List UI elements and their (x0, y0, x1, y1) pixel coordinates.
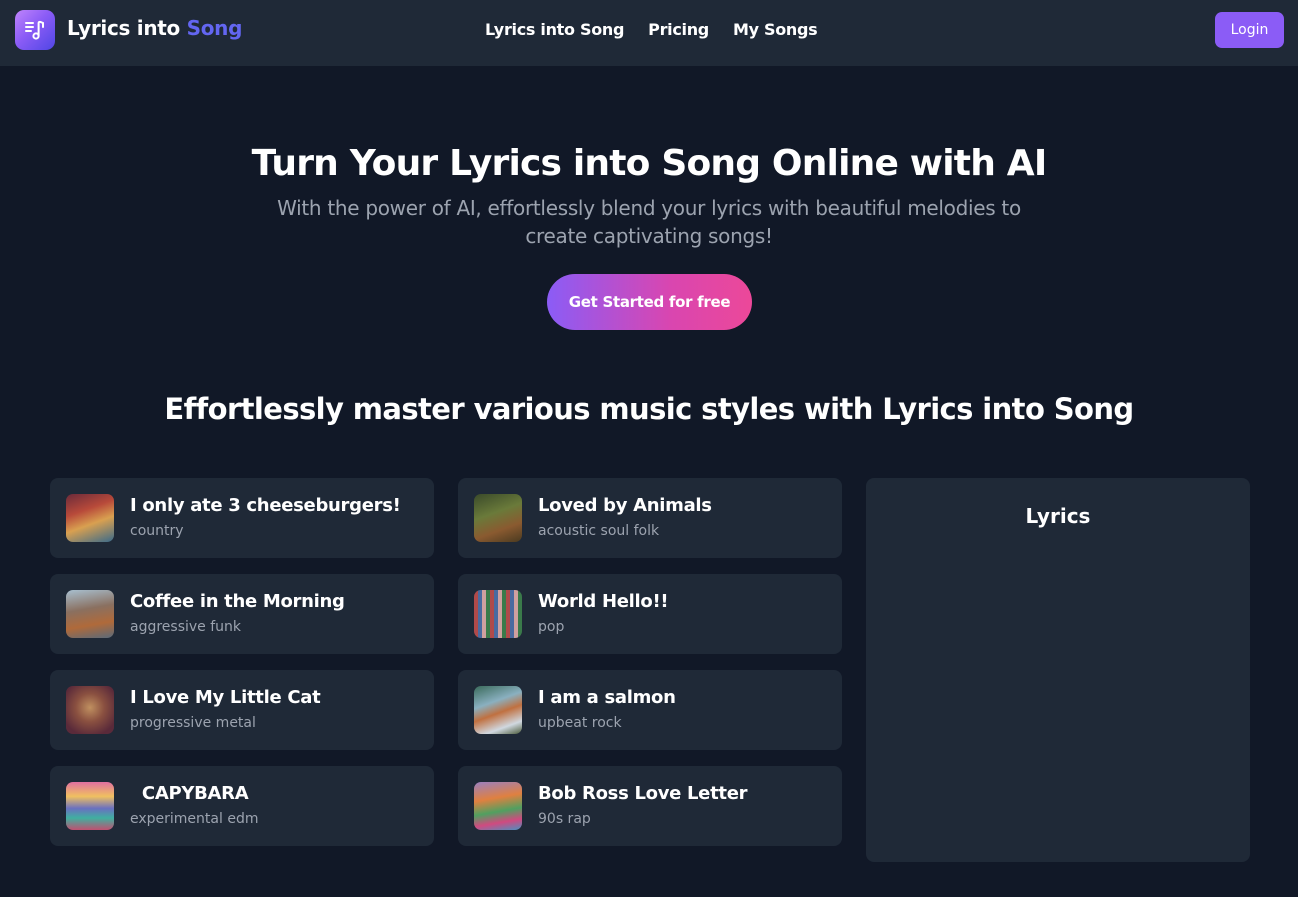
song-style: progressive metal (130, 715, 256, 731)
song-title: Coffee in the Morning (130, 591, 345, 612)
hero-subtitle: With the power of AI, effortlessly blend… (277, 196, 1021, 248)
brand-accent: Song (186, 16, 243, 40)
song-style: aggressive funk (130, 619, 242, 635)
song-card[interactable]: Coffee in the Morning aggressive funk (50, 574, 434, 654)
logo[interactable] (15, 10, 55, 50)
song-title: Bob Ross Love Letter (538, 783, 748, 804)
song-style: pop (538, 619, 565, 635)
song-thumbnail (66, 686, 114, 734)
nav-lyrics-into-song[interactable]: Lyrics into Song (485, 20, 624, 39)
nav-pricing[interactable]: Pricing (648, 20, 709, 39)
song-card[interactable]: CAPYBARA experimental edm (50, 766, 434, 846)
brand-name[interactable]: Lyrics into Song (67, 16, 242, 40)
song-title: World Hello!! (538, 591, 669, 612)
song-style: 90s rap (538, 811, 591, 827)
song-card[interactable]: Loved by Animals acoustic soul folk (458, 478, 842, 558)
song-thumbnail (66, 590, 114, 638)
song-title: Loved by Animals (538, 495, 712, 516)
song-style: acoustic soul folk (538, 523, 660, 539)
song-style: upbeat rock (538, 715, 622, 731)
song-card[interactable]: Bob Ross Love Letter 90s rap (458, 766, 842, 846)
lyrics-title: Lyrics (1025, 504, 1091, 528)
song-card[interactable]: I only ate 3 cheeseburgers! country (50, 478, 434, 558)
song-card[interactable]: World Hello!! pop (458, 574, 842, 654)
hero-title: Turn Your Lyrics into Song Online with A… (251, 143, 1048, 184)
get-started-button[interactable]: Get Started for free (547, 274, 752, 330)
song-title: I Love My Little Cat (130, 687, 321, 708)
song-thumbnail (66, 782, 114, 830)
navbar: Lyrics into Song Lyrics into Song Pricin… (0, 0, 1298, 66)
nav-my-songs[interactable]: My Songs (733, 20, 818, 39)
song-thumbnail (66, 494, 114, 542)
song-card[interactable]: I Love My Little Cat progressive metal (50, 670, 434, 750)
lyrics-panel: Lyrics (866, 478, 1250, 862)
music-lyrics-icon (25, 20, 44, 40)
song-style: country (130, 523, 184, 539)
song-title: I am a salmon (538, 687, 676, 708)
song-title: I only ate 3 cheeseburgers! (130, 495, 401, 516)
brand-main: Lyrics into (67, 16, 180, 40)
login-button[interactable]: Login (1215, 12, 1284, 48)
song-card[interactable]: I am a salmon upbeat rock (458, 670, 842, 750)
song-thumbnail (474, 782, 522, 830)
song-title: CAPYBARA (130, 783, 249, 804)
section-title: Effortlessly master various music styles… (164, 392, 1134, 426)
song-thumbnail (474, 686, 522, 734)
song-thumbnail (474, 590, 522, 638)
song-style: experimental edm (130, 811, 259, 827)
main-nav: Lyrics into Song Pricing My Songs (485, 20, 818, 39)
song-thumbnail (474, 494, 522, 542)
